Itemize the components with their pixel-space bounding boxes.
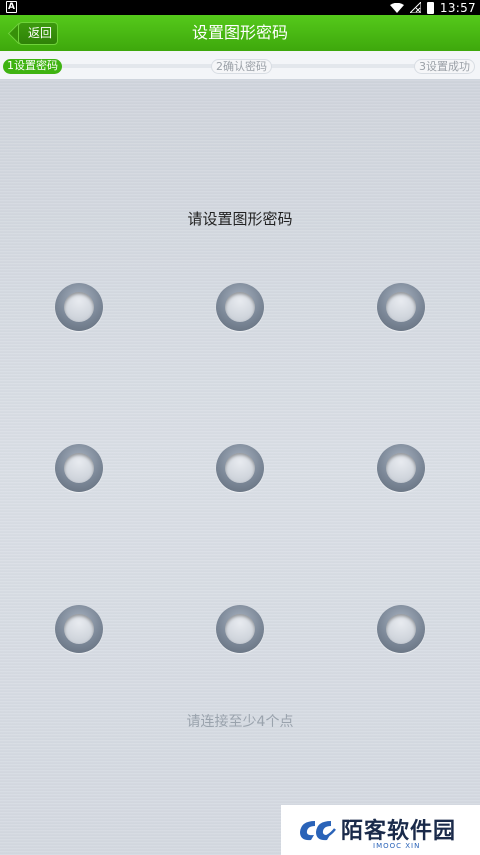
step-success: 3设置成功 — [414, 59, 475, 74]
step-progress: 1设置密码 2确认密码 3设置成功 — [0, 51, 480, 80]
watermark-logo-icon — [300, 821, 336, 841]
pattern-dot-6[interactable] — [377, 444, 425, 492]
pattern-dot-4[interactable] — [55, 444, 103, 492]
pattern-dot-9[interactable] — [377, 605, 425, 653]
notification-icon: A — [6, 1, 17, 13]
title-bar: 返回 设置图形密码 — [0, 15, 480, 51]
pattern-prompt: 请设置图形密码 — [187, 210, 293, 228]
pattern-dot-1[interactable] — [55, 283, 103, 331]
step-confirm-password: 2确认密码 — [211, 59, 272, 74]
watermark-text: 陌客软件园 — [341, 818, 457, 844]
pattern-dot-8[interactable] — [216, 605, 264, 653]
page-title: 设置图形密码 — [191, 23, 288, 42]
status-bar: A 13:57 — [0, 0, 480, 15]
back-button[interactable]: 返回 — [18, 22, 58, 45]
step-set-password: 1设置密码 — [3, 59, 62, 74]
pattern-dot-7[interactable] — [55, 605, 103, 653]
battery-icon — [426, 1, 434, 14]
watermark: 陌客软件园 IMOOC XIN — [281, 805, 480, 855]
pattern-dot-2[interactable] — [216, 283, 264, 331]
no-signal-icon — [409, 2, 421, 13]
pattern-hint: 请连接至少4个点 — [186, 714, 294, 730]
pattern-dot-3[interactable] — [377, 283, 425, 331]
pattern-dot-5[interactable] — [216, 444, 264, 492]
pattern-lock-area[interactable]: 请设置图形密码 请连接至少4个点 — [0, 80, 480, 855]
watermark-subtext: IMOOC XIN — [373, 842, 421, 850]
wifi-icon — [389, 2, 404, 13]
clock: 13:57 — [439, 0, 476, 15]
